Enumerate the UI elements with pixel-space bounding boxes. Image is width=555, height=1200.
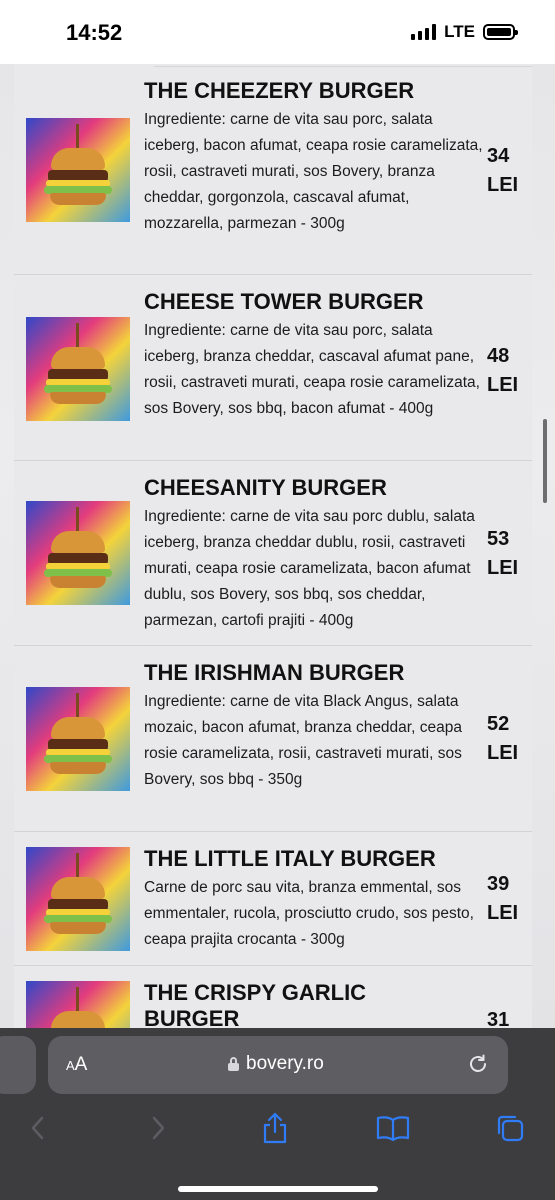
address-bar[interactable]: AA bovery.ro [48,1036,508,1094]
item-name: THE IRISHMAN BURGER [144,660,405,685]
status-indicators: LTE [411,22,518,42]
item-description: Ingrediente: carne de vita Black Angus, … [144,693,462,788]
lock-icon [228,1057,239,1071]
item-description: Carne de porc sau vita, branza emmental,… [144,879,474,948]
chevron-left-icon[interactable] [18,1108,58,1148]
web-page[interactable]: THE CHEEZERY BURGER Ingrediente: carne d… [0,64,555,1028]
share-icon[interactable] [255,1108,295,1148]
url-text[interactable]: bovery.ro [246,1053,324,1075]
item-name: THE CHEEZERY BURGER [144,78,415,103]
text-size-button[interactable]: AA [66,1054,87,1076]
menu-item[interactable]: THE CRISPY GARLIC BURGER 31 [14,966,532,1028]
item-name: THE LITTLE ITALY BURGER [144,846,436,871]
tabs-icon[interactable] [490,1108,530,1148]
burger-photo[interactable] [26,317,130,421]
home-indicator[interactable] [178,1186,378,1192]
burger-photo[interactable] [26,118,130,222]
scroll-indicator[interactable] [543,419,547,503]
item-name: THE CRISPY GARLIC BURGER [144,980,367,1028]
item-name: CHEESANITY BURGER [144,475,387,500]
chevron-right-icon[interactable] [138,1108,178,1148]
burger-photo[interactable] [26,981,130,1028]
previous-tab-preview[interactable] [0,1036,36,1094]
item-price: 53 LEI [487,528,519,579]
burger-photo[interactable] [26,501,130,605]
book-icon[interactable] [373,1108,413,1148]
menu-item[interactable]: THE CHEEZERY BURGER Ingrediente: carne d… [14,64,532,275]
menu-item[interactable]: THE IRISHMAN BURGER Ingrediente: carne d… [14,646,532,832]
burger-photo[interactable] [26,687,130,791]
item-price: 39 LEI [487,873,519,924]
item-description: Ingrediente: carne de vita sau porc, sal… [144,322,480,417]
status-bar: 14:52 LTE [0,0,555,64]
menu-list: THE CHEEZERY BURGER Ingrediente: carne d… [14,64,532,1028]
item-price: 31 [487,1009,510,1028]
item-price: 48 LEI [487,345,519,396]
item-description: Ingrediente: carne de vita sau porc dubl… [144,508,475,629]
navigation-row [0,1108,555,1148]
burger-photo[interactable] [26,847,130,951]
menu-item[interactable]: CHEESANITY BURGER Ingrediente: carne de … [14,461,532,646]
status-time: 14:52 [66,20,123,45]
network-type: LTE [444,22,475,41]
browser-toolbar: AA bovery.ro [0,1028,555,1200]
reload-icon[interactable] [466,1052,490,1076]
item-price: 34 LEI [487,145,519,196]
item-price: 52 LEI [487,713,519,764]
signal-icon [411,24,437,40]
item-name: CHEESE TOWER BURGER [144,289,424,314]
item-description: Ingrediente: carne de vita sau porc, sal… [144,111,483,232]
menu-item[interactable]: THE LITTLE ITALY BURGER Carne de porc sa… [14,832,532,966]
battery-icon [483,24,518,40]
menu-item[interactable]: CHEESE TOWER BURGER Ingrediente: carne d… [14,275,532,461]
